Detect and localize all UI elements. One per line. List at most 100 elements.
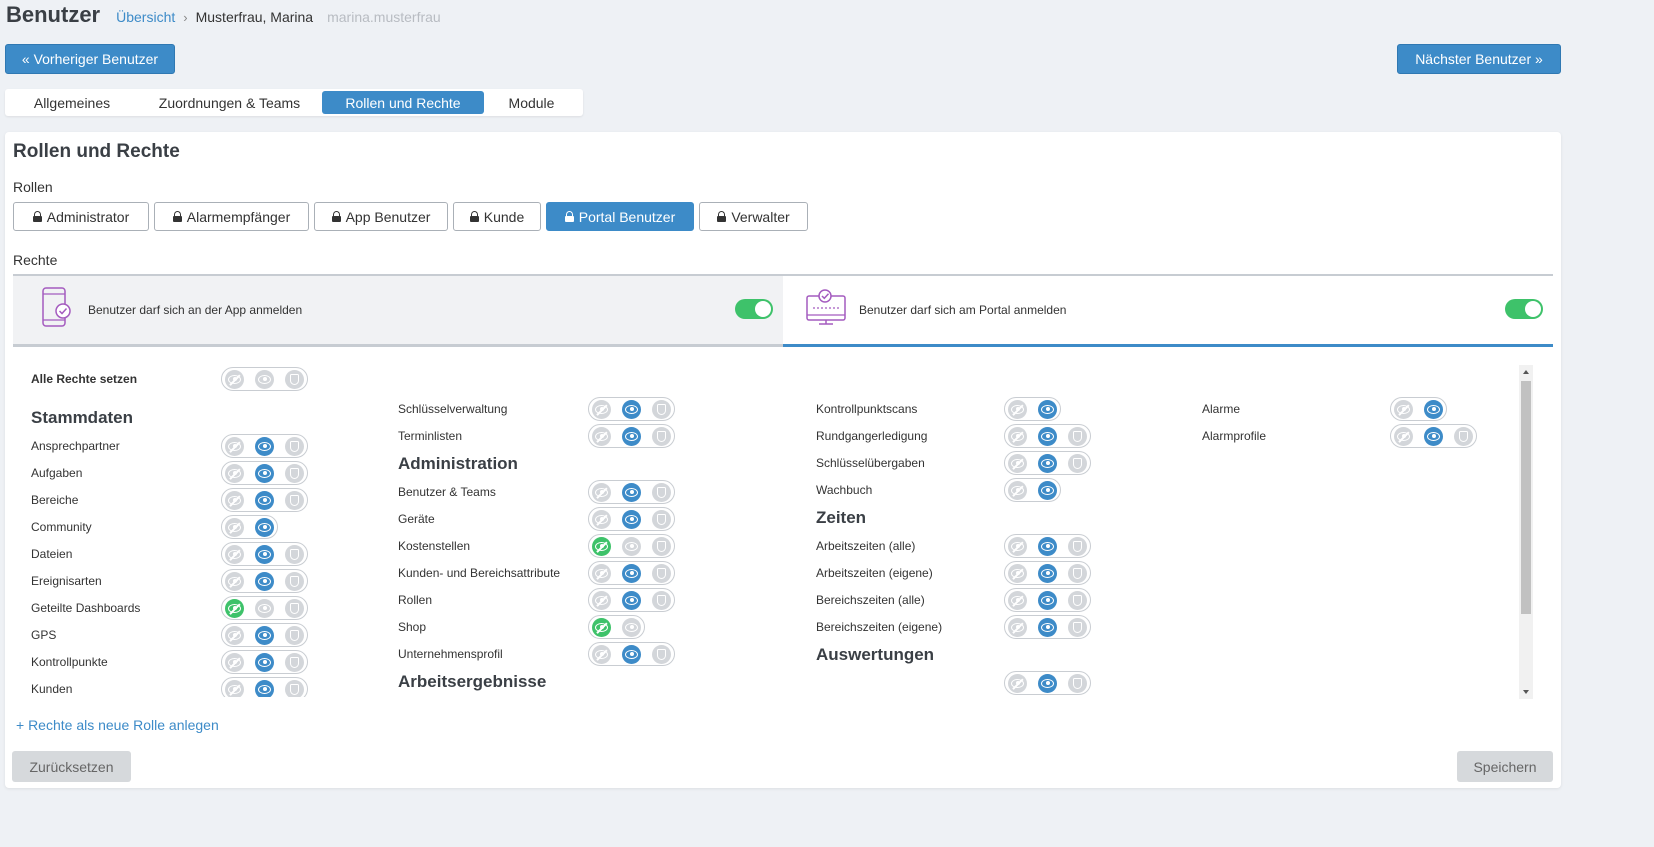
shield-icon[interactable] [285, 652, 304, 672]
shield-icon[interactable] [652, 482, 671, 502]
eye-icon[interactable] [622, 644, 641, 664]
eye-slash-icon[interactable] [592, 644, 611, 664]
eye-icon[interactable] [255, 625, 274, 645]
eye-icon[interactable] [1038, 426, 1057, 446]
eye-slash-icon[interactable] [225, 463, 244, 483]
eye-icon[interactable] [255, 652, 274, 672]
eye-icon[interactable] [1038, 399, 1057, 419]
shield-icon[interactable] [652, 590, 671, 610]
rights-toggle[interactable] [1004, 478, 1061, 502]
eye-icon[interactable] [1424, 426, 1443, 446]
eye-icon[interactable] [255, 517, 274, 537]
rights-toggle[interactable] [588, 507, 675, 531]
rights-toggle[interactable] [1004, 588, 1091, 612]
shield-icon[interactable] [1068, 590, 1087, 610]
eye-slash-icon[interactable] [1008, 453, 1027, 473]
eye-icon[interactable] [1038, 590, 1057, 610]
eye-slash-icon[interactable] [1008, 563, 1027, 583]
eye-icon[interactable] [622, 563, 641, 583]
eye-icon[interactable] [255, 598, 274, 618]
eye-icon[interactable] [1038, 563, 1057, 583]
rights-toggle[interactable] [221, 542, 308, 566]
rights-toggle[interactable] [1004, 424, 1091, 448]
role-app-benutzer[interactable]: App Benutzer [314, 202, 448, 231]
eye-slash-icon[interactable] [1008, 399, 1027, 419]
tab-allgemeines[interactable]: Allgemeines [7, 91, 137, 114]
rights-toggle[interactable] [588, 588, 675, 612]
eye-slash-icon[interactable] [1394, 426, 1413, 446]
eye-slash-icon[interactable] [592, 617, 611, 637]
portal-login-switch[interactable] [1505, 299, 1543, 319]
rights-toggle[interactable] [588, 642, 675, 666]
rights-toggle[interactable] [1004, 397, 1061, 421]
breadcrumb-overview-link[interactable]: Übersicht [116, 9, 175, 25]
shield-icon[interactable] [1454, 426, 1473, 446]
rights-toggle[interactable] [1390, 397, 1447, 421]
tab-zuordnungen-teams[interactable]: Zuordnungen & Teams [137, 91, 322, 114]
rights-scrollbar[interactable] [1519, 365, 1533, 699]
role-alarmempfaenger[interactable]: Alarmempfänger [154, 202, 309, 231]
shield-icon[interactable] [1068, 563, 1087, 583]
rights-toggle[interactable] [221, 569, 308, 593]
all-rights-toggle[interactable] [221, 367, 308, 391]
eye-icon[interactable] [622, 617, 641, 637]
eye-slash-icon[interactable] [225, 598, 244, 618]
eye-slash-icon[interactable] [1008, 480, 1027, 500]
rights-toggle[interactable] [588, 397, 675, 421]
shield-icon[interactable] [1068, 536, 1087, 556]
shield-icon[interactable] [1068, 426, 1087, 446]
eye-icon[interactable] [255, 369, 274, 389]
eye-icon[interactable] [622, 509, 641, 529]
eye-icon[interactable] [255, 544, 274, 564]
eye-icon[interactable] [1038, 480, 1057, 500]
rights-toggle[interactable] [1004, 671, 1091, 695]
rights-toggle[interactable] [221, 677, 308, 697]
eye-slash-icon[interactable] [1008, 673, 1027, 693]
rights-toggle[interactable] [221, 434, 308, 458]
eye-slash-icon[interactable] [225, 625, 244, 645]
rights-toggle[interactable] [221, 461, 308, 485]
shield-icon[interactable] [652, 426, 671, 446]
shield-icon[interactable] [285, 436, 304, 456]
app-login-panel[interactable]: Benutzer darf sich an der App anmelden [13, 274, 783, 347]
tab-module[interactable]: Module [484, 91, 579, 114]
scroll-down-arrow-icon[interactable] [1523, 690, 1529, 694]
shield-icon[interactable] [285, 490, 304, 510]
rights-toggle[interactable] [588, 561, 675, 585]
app-login-switch[interactable] [735, 299, 773, 319]
eye-slash-icon[interactable] [592, 563, 611, 583]
portal-login-panel[interactable]: Benutzer darf sich am Portal anmelden [783, 274, 1553, 347]
rights-toggle[interactable] [1390, 424, 1477, 448]
role-kunde[interactable]: Kunde [453, 202, 541, 231]
rights-toggle[interactable] [1004, 561, 1091, 585]
shield-icon[interactable] [1068, 617, 1087, 637]
rights-toggle[interactable] [1004, 615, 1091, 639]
rights-toggle[interactable] [588, 424, 675, 448]
shield-icon[interactable] [285, 571, 304, 591]
eye-icon[interactable] [1038, 536, 1057, 556]
shield-icon[interactable] [285, 679, 304, 697]
previous-user-button[interactable]: « Vorheriger Benutzer [5, 44, 175, 74]
role-administrator[interactable]: Administrator [13, 202, 149, 231]
add-rights-as-role-link[interactable]: + Rechte als neue Rolle anlegen [16, 717, 219, 733]
save-button[interactable]: Speichern [1457, 751, 1553, 782]
eye-icon[interactable] [255, 436, 274, 456]
eye-slash-icon[interactable] [1008, 536, 1027, 556]
eye-slash-icon[interactable] [225, 544, 244, 564]
eye-icon[interactable] [255, 679, 274, 697]
eye-slash-icon[interactable] [592, 509, 611, 529]
tab-rollen-rechte[interactable]: Rollen und Rechte [322, 91, 484, 114]
rights-toggle[interactable] [221, 596, 308, 620]
next-user-button[interactable]: Nächster Benutzer » [1397, 44, 1561, 74]
shield-icon[interactable] [652, 509, 671, 529]
eye-slash-icon[interactable] [225, 652, 244, 672]
shield-icon[interactable] [652, 644, 671, 664]
rights-toggle[interactable] [221, 650, 308, 674]
rights-toggle[interactable] [221, 515, 278, 539]
eye-icon[interactable] [622, 482, 641, 502]
rights-toggle[interactable] [588, 534, 675, 558]
eye-slash-icon[interactable] [1008, 590, 1027, 610]
eye-icon[interactable] [255, 463, 274, 483]
rights-toggle[interactable] [588, 480, 675, 504]
eye-icon[interactable] [622, 426, 641, 446]
